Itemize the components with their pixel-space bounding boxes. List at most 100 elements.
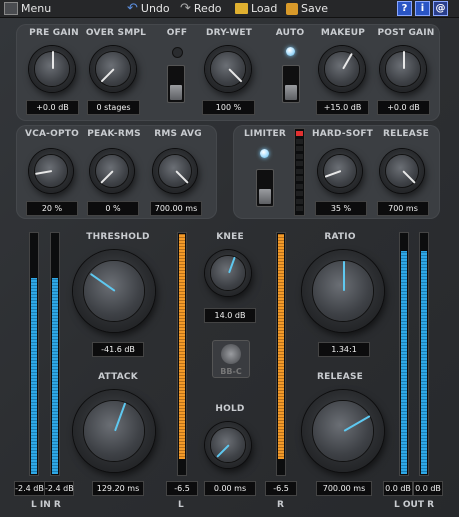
gr-right-value: -6.5 xyxy=(265,481,297,496)
knee-knob[interactable] xyxy=(205,250,251,296)
plugin-panel: PRE GAIN +0.0 dB OVER SMPL 0 stages OFF … xyxy=(0,18,459,517)
gr-meter-right xyxy=(276,232,286,476)
redo-button[interactable]: ↷ Redo xyxy=(180,1,222,16)
gr-right-label: R xyxy=(277,500,284,510)
off-switch[interactable] xyxy=(167,65,185,103)
off-label: OFF xyxy=(166,28,188,38)
load-label: Load xyxy=(251,2,278,15)
peak-rms-value: 0 % xyxy=(87,201,139,216)
post-gain-knob[interactable] xyxy=(380,46,426,92)
toolbar: Menu ↶ Undo ↷ Redo Load Save ? i @ xyxy=(0,0,459,18)
auto-led xyxy=(286,47,295,56)
release-small-value: 700 ms xyxy=(377,201,429,216)
output-right-value: 0.0 dB xyxy=(413,481,443,496)
vca-opto-value: 20 % xyxy=(26,201,78,216)
off-led xyxy=(172,47,183,58)
output-left-value: 0.0 dB xyxy=(383,481,413,496)
undo-icon: ↶ xyxy=(127,1,138,16)
undo-button[interactable]: ↶ Undo xyxy=(127,1,170,16)
over-smpl-label: OVER SMPL xyxy=(85,28,147,38)
pre-gain-value: +0.0 dB xyxy=(26,100,79,115)
ratio-knob[interactable] xyxy=(302,250,384,332)
limiter-meter-segment xyxy=(296,206,303,211)
dry-wet-label: DRY-WET xyxy=(205,28,253,38)
knee-value: 14.0 dB xyxy=(204,308,256,323)
limiter-meter-segment xyxy=(296,198,303,204)
input-left-value: -2.4 dB xyxy=(14,481,45,496)
input-meter-right xyxy=(50,232,60,476)
release-small-knob[interactable] xyxy=(380,149,424,193)
plugin-logo: BB-C xyxy=(212,340,250,378)
hard-soft-knob[interactable] xyxy=(318,149,362,193)
menu-label: Menu xyxy=(21,2,52,15)
limiter-meter-segment xyxy=(296,146,303,151)
dry-wet-knob[interactable] xyxy=(205,46,251,92)
gr-left-label: L xyxy=(178,500,184,510)
output-channel-label: L OUT R xyxy=(394,500,435,510)
rms-avg-value: 700.00 ms xyxy=(150,201,202,216)
limiter-label: LIMITER xyxy=(244,129,287,139)
hold-knob[interactable] xyxy=(205,422,251,468)
redo-icon: ↷ xyxy=(180,1,191,16)
limiter-meter-segment xyxy=(296,183,303,189)
input-meter-left xyxy=(29,232,39,476)
post-gain-value: +0.0 dB xyxy=(377,100,430,115)
limiter-meter-segment xyxy=(296,191,303,196)
save-label: Save xyxy=(301,2,329,15)
knee-label: KNEE xyxy=(216,232,244,242)
output-meter-right xyxy=(419,232,429,476)
ratio-label: RATIO xyxy=(324,232,356,242)
makeup-label: MAKEUP xyxy=(320,28,366,38)
hold-value: 0.00 ms xyxy=(204,481,256,496)
pre-gain-label: PRE GAIN xyxy=(29,28,79,38)
ratio-value: 1.34:1 xyxy=(318,342,370,357)
limiter-meter-segment xyxy=(296,176,303,181)
save-button[interactable]: Save xyxy=(286,1,328,16)
vca-opto-knob[interactable] xyxy=(29,149,73,193)
limiter-meter-segment xyxy=(296,161,303,166)
makeup-knob[interactable] xyxy=(319,46,365,92)
limiter-switch[interactable] xyxy=(256,169,274,207)
logo-text: BB-C xyxy=(220,367,242,376)
undo-label: Undo xyxy=(140,2,170,15)
limiter-led xyxy=(260,149,269,158)
folder-icon xyxy=(235,3,248,14)
makeup-value: +15.0 dB xyxy=(316,100,369,115)
attack-label: ATTACK xyxy=(98,372,138,382)
threshold-knob[interactable] xyxy=(73,250,155,332)
gr-meter-left xyxy=(177,232,187,476)
over-smpl-knob[interactable] xyxy=(90,46,136,92)
menu-icon xyxy=(4,2,18,15)
vca-opto-label: VCA-OPTO xyxy=(25,129,79,139)
limiter-meter-segment xyxy=(296,153,303,159)
peak-rms-knob[interactable] xyxy=(90,149,134,193)
auto-switch[interactable] xyxy=(282,65,300,103)
load-button[interactable]: Load xyxy=(235,1,277,16)
hard-soft-label: HARD-SOFT xyxy=(312,129,374,139)
hard-soft-value: 35 % xyxy=(315,201,367,216)
release-knob[interactable] xyxy=(302,390,384,472)
help-icon[interactable]: ? xyxy=(397,1,412,16)
limiter-meter-segment xyxy=(296,138,303,144)
release-value: 700.00 ms xyxy=(316,481,372,496)
pre-gain-knob[interactable] xyxy=(29,46,75,92)
at-icon[interactable]: @ xyxy=(433,1,448,16)
release-small-label: RELEASE xyxy=(383,129,429,139)
logo-mark-icon xyxy=(221,344,241,364)
info-icon[interactable]: i xyxy=(415,1,430,16)
rms-avg-knob[interactable] xyxy=(153,149,197,193)
menu-button[interactable]: Menu xyxy=(4,1,51,16)
rms-avg-label: RMS AVG xyxy=(154,129,202,139)
limiter-meter xyxy=(294,128,305,216)
release-label: RELEASE xyxy=(317,372,363,382)
attack-value: 129.20 ms xyxy=(92,481,144,496)
threshold-value: -41.6 dB xyxy=(92,342,144,357)
over-smpl-value: 0 stages xyxy=(87,100,140,115)
gr-left-value: -6.5 xyxy=(166,481,198,496)
input-right-value: -2.4 dB xyxy=(44,481,74,496)
attack-knob[interactable] xyxy=(73,390,155,472)
threshold-label: THRESHOLD xyxy=(86,232,150,242)
post-gain-label: POST GAIN xyxy=(377,28,435,38)
dry-wet-value: 100 % xyxy=(202,100,255,115)
peak-rms-label: PEAK-RMS xyxy=(87,129,141,139)
